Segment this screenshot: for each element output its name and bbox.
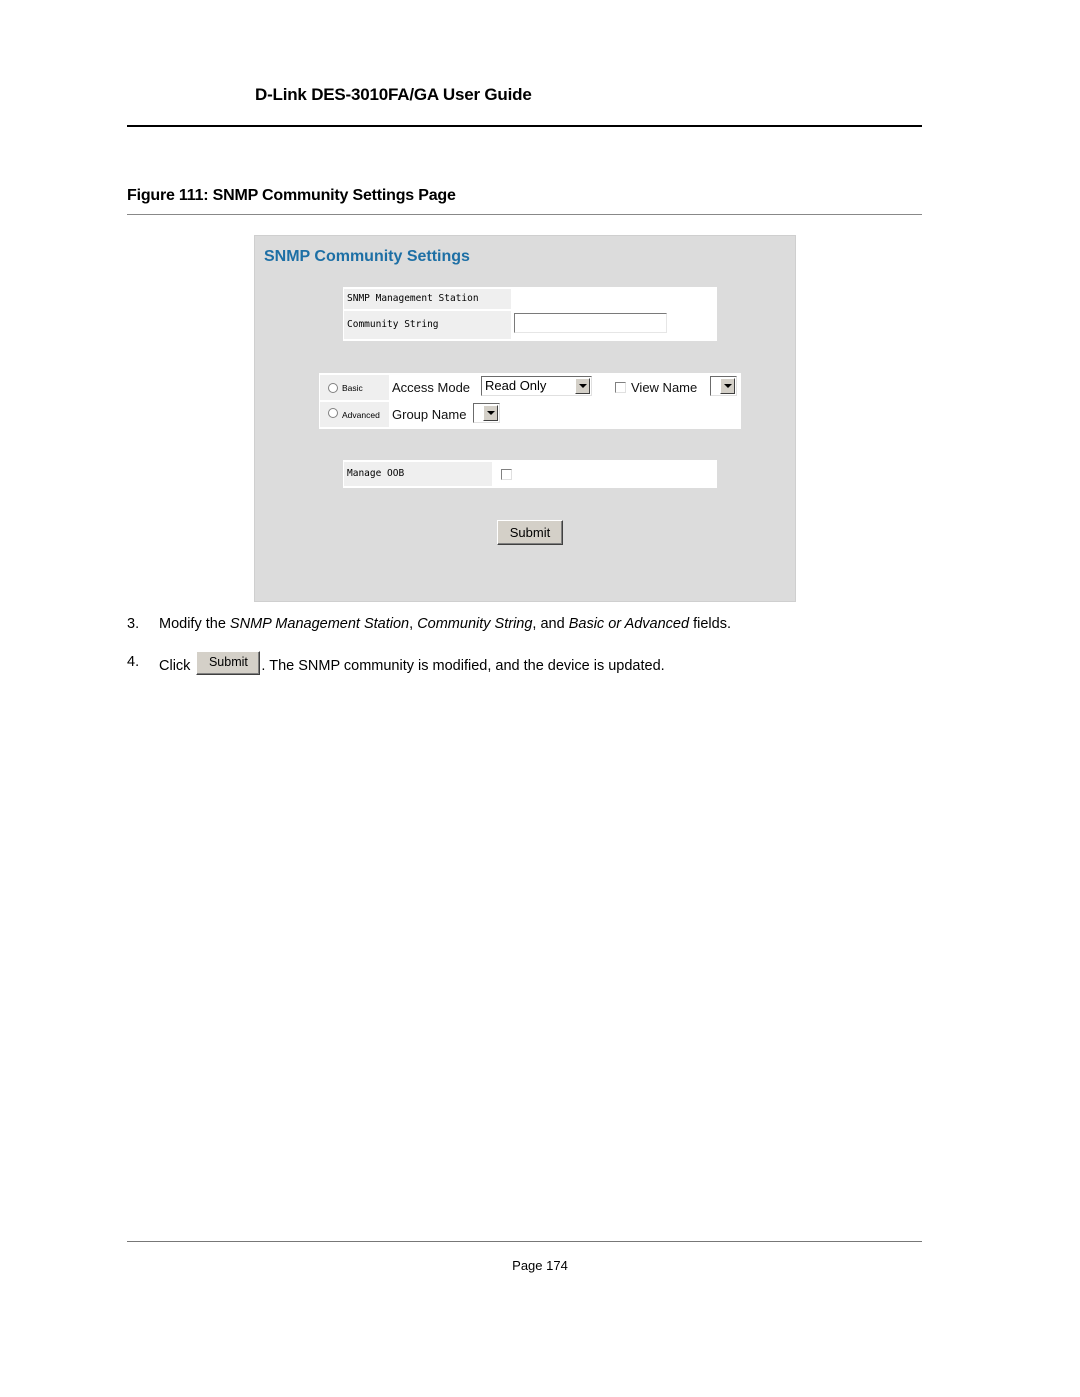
advanced-option: Advanced <box>320 402 389 427</box>
footer-divider <box>127 1241 922 1242</box>
step-text-field-ref: SNMP Management Station <box>229 616 410 632</box>
basic-option: Basic <box>320 375 389 400</box>
access-mode-value: Read Only <box>485 378 547 393</box>
chevron-down-icon[interactable] <box>575 378 590 394</box>
figure-divider <box>127 214 922 215</box>
submit-button-image: Submit <box>196 651 261 675</box>
step-text-part: . The SNMP community is modified, and th… <box>261 657 665 674</box>
step-text-part: Click <box>159 657 191 674</box>
header-divider <box>127 125 922 127</box>
basic-radio[interactable] <box>328 383 338 393</box>
manage-oob-checkbox[interactable] <box>501 469 512 480</box>
step-text: Modify the SNMP Management Station, Comm… <box>159 616 731 632</box>
mode-table: Basic Advanced Access Mode Read Only Vie… <box>319 373 741 429</box>
access-mode-select[interactable]: Read Only <box>481 376 592 396</box>
community-string-input[interactable] <box>514 313 667 333</box>
advanced-label: Advanced <box>342 410 380 420</box>
step-text-part: fields. <box>689 616 731 632</box>
group-name-label: Group Name <box>392 407 467 422</box>
document-header: D-Link DES-3010FA/GA User Guide <box>255 85 532 104</box>
management-station-label: SNMP Management Station <box>344 289 511 309</box>
advanced-radio[interactable] <box>328 408 338 418</box>
view-name-select[interactable] <box>710 376 737 396</box>
oob-table: Manage OOB <box>343 460 717 488</box>
snmp-community-settings-screenshot: SNMP Community Settings SNMP Management … <box>254 235 796 602</box>
step-text-part: , and <box>532 616 569 632</box>
community-string-label: Community String <box>344 311 511 339</box>
group-name-select[interactable] <box>473 403 500 423</box>
step-text: Click Submit. The SNMP community is modif… <box>159 651 665 678</box>
step-number: 3. <box>127 616 140 632</box>
step-number: 4. <box>127 654 140 670</box>
step-text-part: , <box>409 616 418 632</box>
page-number: Page 174 <box>512 1258 568 1273</box>
chevron-down-icon[interactable] <box>720 378 735 394</box>
station-table: SNMP Management Station Community String <box>343 287 717 341</box>
chevron-down-icon[interactable] <box>483 405 498 421</box>
view-name-label: View Name <box>631 380 698 395</box>
step-text-field-ref: Basic or Advanced <box>568 616 690 632</box>
basic-label: Basic <box>342 383 363 393</box>
step-text-part: Modify the <box>159 616 230 632</box>
view-name-checkbox[interactable] <box>615 382 626 393</box>
step-text-field-ref: Community String <box>417 616 533 632</box>
manage-oob-label: Manage OOB <box>344 462 492 486</box>
figure-title: Figure 111: SNMP Community Settings Page <box>127 187 456 204</box>
access-mode-label: Access Mode <box>392 380 471 395</box>
panel-title: SNMP Community Settings <box>264 248 470 265</box>
submit-button[interactable]: Submit <box>497 520 563 545</box>
